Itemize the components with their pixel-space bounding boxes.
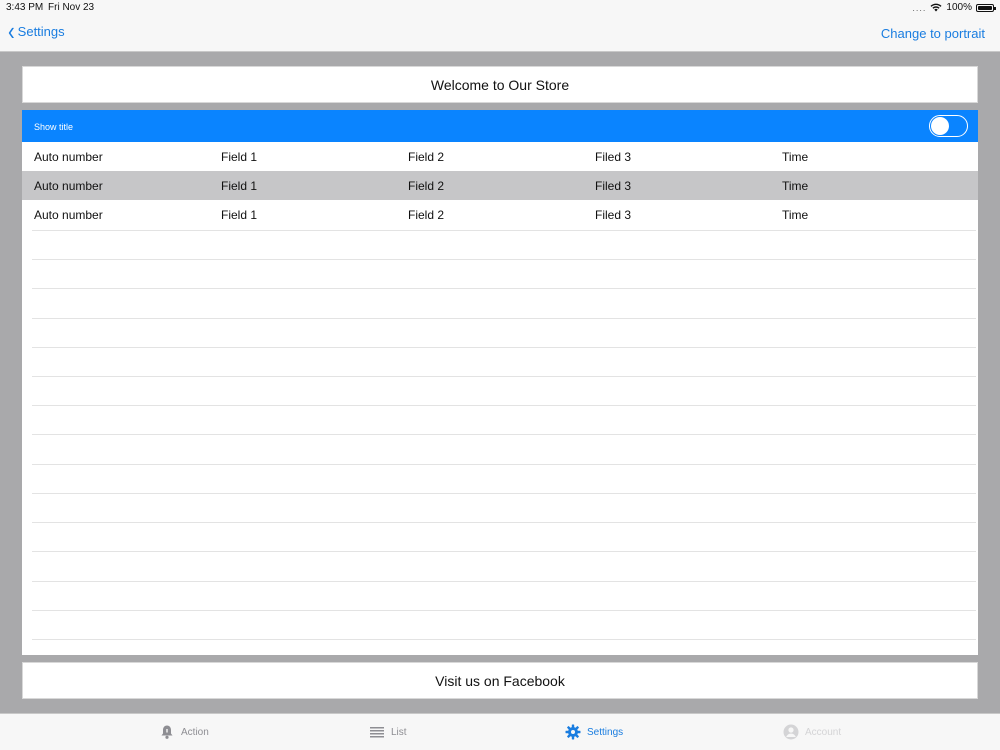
gear-icon <box>565 724 581 740</box>
cell-auto-number: Auto number <box>34 150 103 164</box>
cell-field-3: Filed 3 <box>595 208 632 222</box>
tab-list[interactable]: List <box>369 724 407 740</box>
status-bar: 3:43 PM Fri Nov 23 .... 100% <box>0 0 1000 16</box>
cell-field-2: Field 2 <box>408 208 445 222</box>
chevron-left-icon: ‹ <box>8 17 15 46</box>
battery-percent: 100% <box>946 2 972 13</box>
cell-time: Time <box>782 208 809 222</box>
visit-facebook-button[interactable]: Visit us on Facebook <box>22 662 978 699</box>
row-separator <box>32 434 976 435</box>
list-row[interactable]: Auto number Field 1 Field 2 Filed 3 Time <box>22 200 978 229</box>
bell-icon <box>159 724 175 740</box>
back-button-label: Settings <box>17 24 65 39</box>
back-button[interactable]: ‹ Settings <box>8 17 65 46</box>
cell-field-1: Field 1 <box>221 179 258 193</box>
row-separator <box>32 522 976 523</box>
row-separator <box>32 259 976 260</box>
status-time: 3:43 PM <box>6 2 44 13</box>
tab-settings-label: Settings <box>587 726 624 738</box>
show-title-label: Show title <box>34 122 74 132</box>
cell-time: Time <box>782 150 809 164</box>
row-separator <box>32 347 976 348</box>
navigation-bar: ‹ Settings Change to portrait <box>0 16 1000 52</box>
tab-account[interactable]: Account <box>783 724 841 740</box>
tab-bar: Action List Settings Account <box>0 713 1000 750</box>
row-separator <box>32 288 976 289</box>
cell-auto-number: Auto number <box>34 208 103 222</box>
battery-icon <box>976 3 996 12</box>
list-icon <box>369 724 385 740</box>
list-row-selected[interactable]: Auto number Field 1 Field 2 Filed 3 Time <box>22 171 978 200</box>
cell-field-2: Field 2 <box>408 179 445 193</box>
cell-field-3: Filed 3 <box>595 179 632 193</box>
tab-action-label: Action <box>181 726 209 738</box>
row-separator <box>32 230 976 231</box>
row-separator <box>32 405 976 406</box>
cell-time: Time <box>782 179 809 193</box>
cell-field-2: Field 2 <box>408 150 445 164</box>
tab-action[interactable]: Action <box>159 724 209 740</box>
tab-list-label: List <box>391 726 407 738</box>
row-separator <box>32 318 976 319</box>
change-to-portrait-button[interactable]: Change to portrait <box>881 26 985 41</box>
data-list: Auto number Field 1 Field 2 Filed 3 Time… <box>22 142 978 655</box>
row-separator <box>32 610 976 611</box>
row-separator <box>32 493 976 494</box>
row-separator <box>32 581 976 582</box>
cell-field-1: Field 1 <box>221 208 258 222</box>
person-icon <box>783 724 799 740</box>
cell-auto-number: Auto number <box>34 179 103 193</box>
status-date: Fri Nov 23 <box>48 2 95 13</box>
tab-settings[interactable]: Settings <box>565 724 623 740</box>
row-separator <box>32 376 976 377</box>
row-separator <box>32 639 976 640</box>
show-title-toggle[interactable] <box>929 115 968 137</box>
show-title-header: Show title <box>22 110 978 142</box>
row-separator <box>32 464 976 465</box>
toggle-knob <box>931 117 949 135</box>
row-separator <box>32 551 976 552</box>
wifi-icon <box>930 3 942 12</box>
list-row[interactable]: Auto number Field 1 Field 2 Filed 3 Time <box>22 142 978 171</box>
status-right: .... 100% <box>912 2 996 13</box>
cell-field-1: Field 1 <box>221 150 258 164</box>
tab-account-label: Account <box>805 726 842 738</box>
signal-icon: .... <box>912 2 927 13</box>
cell-field-3: Filed 3 <box>595 150 632 164</box>
store-title: Welcome to Our Store <box>22 66 978 103</box>
